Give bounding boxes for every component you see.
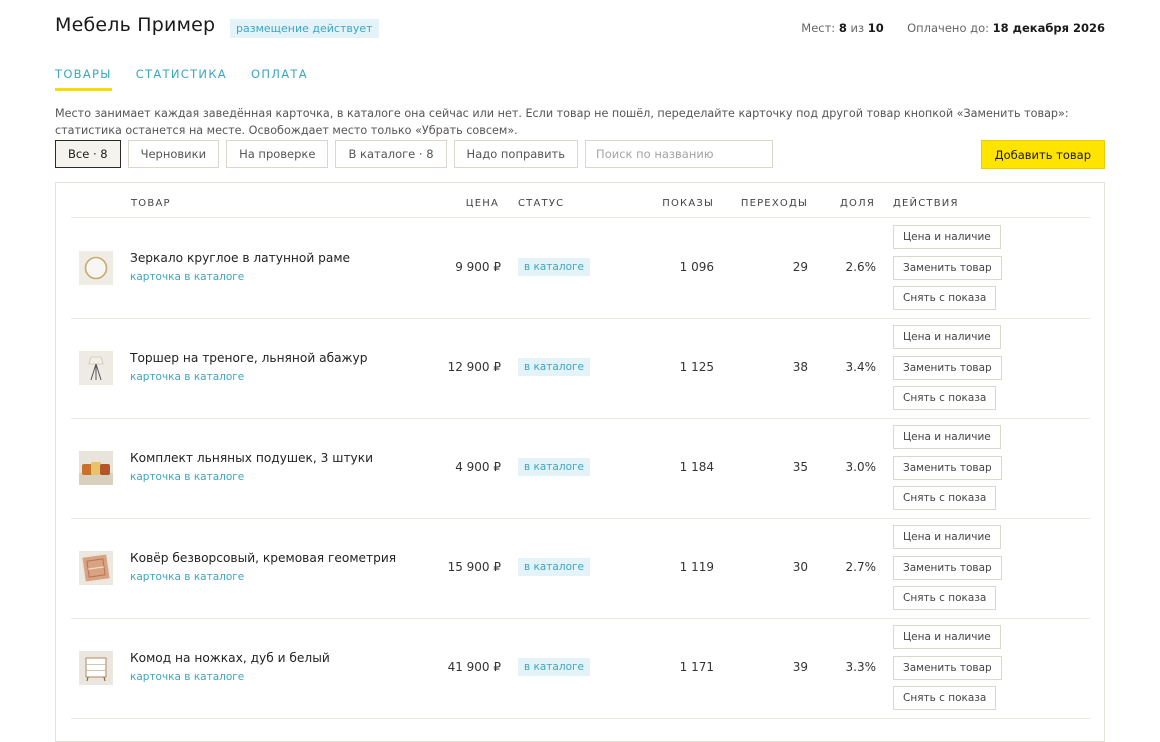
column-header-price: ЦЕНА [465,198,499,209]
column-header-status: СТАТУС [518,198,565,209]
catalog-card-link[interactable]: карточка в каталоге [130,571,244,583]
status-badge: в каталоге [518,558,590,576]
status-badge: в каталоге [518,258,590,276]
replace-product-button[interactable]: Заменить товар [893,556,1002,580]
product-price: 41 900 ₽ [447,660,501,674]
slots-total: 10 [867,21,884,35]
search-input[interactable] [585,140,774,168]
replace-product-button[interactable]: Заменить товар [893,256,1002,280]
page-title: Мебель Пример [55,14,216,36]
hide-product-button[interactable]: Снять с показа [893,286,997,310]
share-value: 2.7% [845,560,877,574]
clicks-count: 30 [792,560,808,574]
replace-product-button[interactable]: Заменить товар [893,356,1002,380]
column-header-product: ТОВАР [131,198,171,209]
table-row: Ковёр безворсовый, кремовая геометрия ка… [71,518,1090,619]
views-count: 1 119 [679,560,714,574]
placement-status-badge: размещение действует [230,19,379,38]
status-badge: в каталоге [518,658,590,676]
hide-product-button[interactable]: Снять с показа [893,486,997,510]
filter-drafts[interactable]: Черновики [127,140,220,168]
column-header-clicks: ПЕРЕХОДЫ [740,198,808,209]
filter-in-catalog[interactable]: В каталоге · 8 [335,140,447,168]
share-value: 3.3% [845,660,877,674]
hide-product-button[interactable]: Снять с показа [893,686,997,710]
price-stock-button[interactable]: Цена и наличие [893,525,1001,549]
views-count: 1 125 [679,360,714,374]
hide-product-button[interactable]: Снять с показа [893,386,997,410]
floor-lamp-icon [79,351,113,385]
clicks-count: 39 [792,660,808,674]
rug-icon [79,551,113,585]
header-summary: Мест: 8 из 10 Оплачено до: 18 декабря 20… [801,21,1105,35]
product-name: Комплект льняных подушек, 3 штуки [130,451,374,465]
column-header-views: ПОКАЗЫ [662,198,714,209]
slots-info-text: Место занимает каждая заведённая карточк… [55,107,1069,137]
table-row: Комплект льняных подушек, 3 штуки карточ… [71,418,1090,519]
clicks-count: 38 [792,360,808,374]
product-price: 4 900 ₽ [455,460,501,474]
filter-needs-fix[interactable]: Надо поправить [453,140,579,168]
column-header-actions: ДЕЙСТВИЯ [893,198,959,209]
views-count: 1 184 [679,460,714,474]
catalog-card-link[interactable]: карточка в каталоге [130,371,244,383]
clicks-count: 29 [792,260,808,274]
price-stock-button[interactable]: Цена и наличие [893,625,1001,649]
tab-statistics[interactable]: СТАТИСТИКА [136,67,227,91]
replace-product-button[interactable]: Заменить товар [893,656,1002,680]
slots-of: из [850,21,865,35]
filter-on-review[interactable]: На проверке [226,140,329,168]
share-value: 3.4% [845,360,877,374]
status-badge: в каталоге [518,358,590,376]
catalog-card-link[interactable]: карточка в каталоге [130,671,244,683]
tab-payment[interactable]: ОПЛАТА [251,67,308,91]
clicks-count: 35 [792,460,808,474]
catalog-card-link[interactable]: карточка в каталоге [130,271,244,283]
catalog-card-link[interactable]: карточка в каталоге [130,471,244,483]
column-header-share: ДОЛЯ [840,198,875,209]
round-mirror-icon [79,251,113,285]
dresser-icon [79,651,113,685]
views-count: 1 171 [679,660,714,674]
filter-bar: Все · 8 Черновики На проверке В каталоге… [55,140,774,168]
product-price: 12 900 ₽ [447,360,501,374]
table-row: Комод на ножках, дуб и белый карточка в … [71,618,1090,719]
slots-used: 8 [838,21,847,35]
table-row: Зеркало круглое в латунной раме карточка… [71,218,1090,319]
share-value: 2.6% [845,260,877,274]
hide-product-button[interactable]: Снять с показа [893,586,997,610]
main-tabs: ТОВАРЫ СТАТИСТИКА ОПЛАТА [55,67,308,91]
paid-until-date: 18 декабря 2026 [992,21,1105,35]
table-row: Торшер на треноге, льняной абажур карточ… [71,318,1090,419]
product-name: Ковёр безворсовый, кремовая геометрия [130,551,397,565]
replace-product-button[interactable]: Заменить товар [893,456,1002,480]
share-value: 3.0% [845,460,877,474]
paid-label: Оплачено до: [907,21,990,35]
product-name: Комод на ножках, дуб и белый [130,651,330,665]
status-badge: в каталоге [518,458,590,476]
filter-all[interactable]: Все · 8 [55,140,121,168]
price-stock-button[interactable]: Цена и наличие [893,225,1001,249]
product-name: Торшер на треноге, льняной абажур [130,351,368,365]
product-price: 9 900 ₽ [455,260,501,274]
tab-products[interactable]: ТОВАРЫ [55,67,112,91]
slots-label: Мест: [801,21,836,35]
price-stock-button[interactable]: Цена и наличие [893,425,1001,449]
product-price: 15 900 ₽ [447,560,501,574]
product-name: Зеркало круглое в латунной раме [130,251,351,265]
add-product-button[interactable]: Добавить товар [980,140,1105,169]
pillows-icon [79,451,113,485]
views-count: 1 096 [679,260,714,274]
price-stock-button[interactable]: Цена и наличие [893,325,1001,349]
